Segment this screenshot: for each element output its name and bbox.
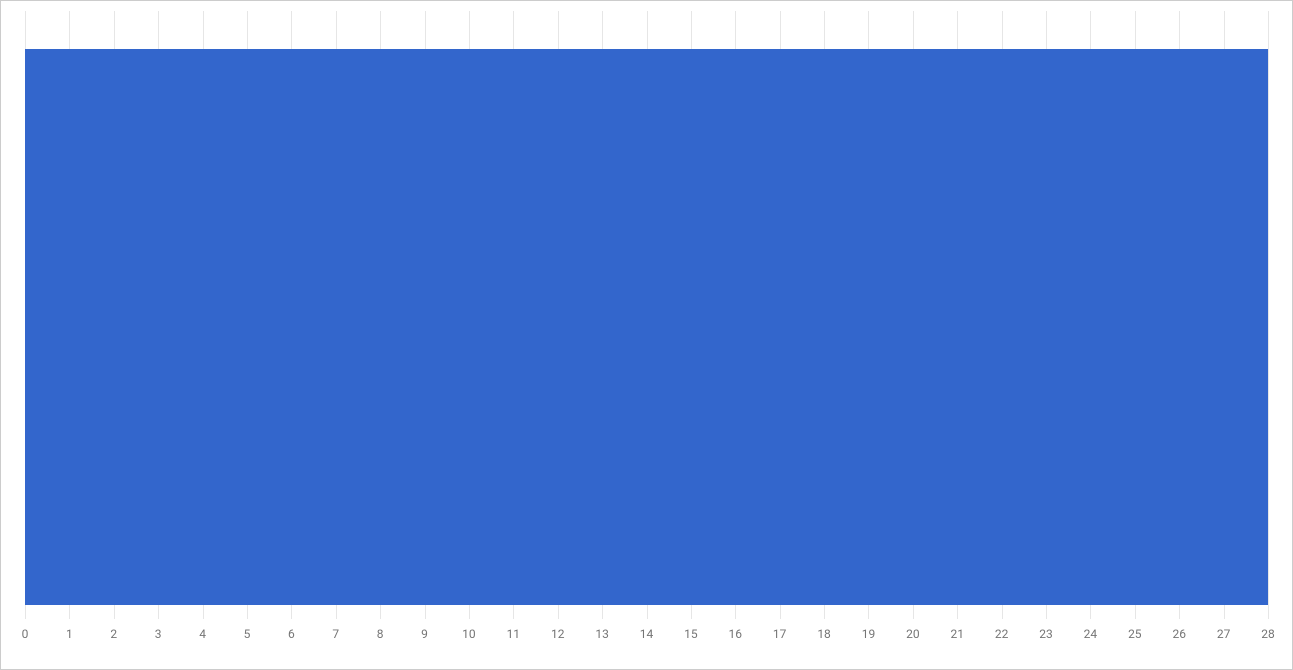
x-tick-label: 19 <box>862 627 876 641</box>
x-tick-label: 2 <box>110 627 117 641</box>
chart-frame: 0123456789101112131415161718192021222324… <box>0 0 1293 670</box>
x-tick-label: 8 <box>377 627 384 641</box>
x-tick-label: 22 <box>995 627 1009 641</box>
x-tick-label: 23 <box>1039 627 1053 641</box>
x-tick-label: 26 <box>1172 627 1186 641</box>
x-tick-label: 3 <box>155 627 162 641</box>
x-tick-label: 1 <box>66 627 73 641</box>
x-tick-label: 7 <box>332 627 339 641</box>
x-tick-label: 9 <box>421 627 428 641</box>
plot-area <box>25 11 1268 619</box>
x-tick-label: 18 <box>817 627 831 641</box>
x-tick-label: 27 <box>1217 627 1231 641</box>
x-tick-label: 14 <box>640 627 654 641</box>
bar-series-0 <box>25 49 1268 605</box>
x-tick-label: 15 <box>684 627 698 641</box>
x-tick-label: 11 <box>507 627 521 641</box>
x-tick-label: 20 <box>906 627 920 641</box>
x-axis: 0123456789101112131415161718192021222324… <box>25 627 1268 647</box>
x-tick-label: 21 <box>951 627 965 641</box>
x-tick-label: 0 <box>22 627 29 641</box>
x-tick-label: 10 <box>462 627 476 641</box>
gridline <box>1268 11 1269 619</box>
x-tick-label: 25 <box>1128 627 1142 641</box>
x-tick-label: 5 <box>244 627 251 641</box>
x-tick-label: 24 <box>1084 627 1098 641</box>
x-tick-label: 13 <box>595 627 609 641</box>
x-tick-label: 17 <box>773 627 787 641</box>
x-tick-label: 16 <box>729 627 743 641</box>
x-tick-label: 4 <box>199 627 206 641</box>
x-tick-label: 6 <box>288 627 295 641</box>
x-tick-label: 12 <box>551 627 565 641</box>
x-tick-label: 28 <box>1261 627 1275 641</box>
